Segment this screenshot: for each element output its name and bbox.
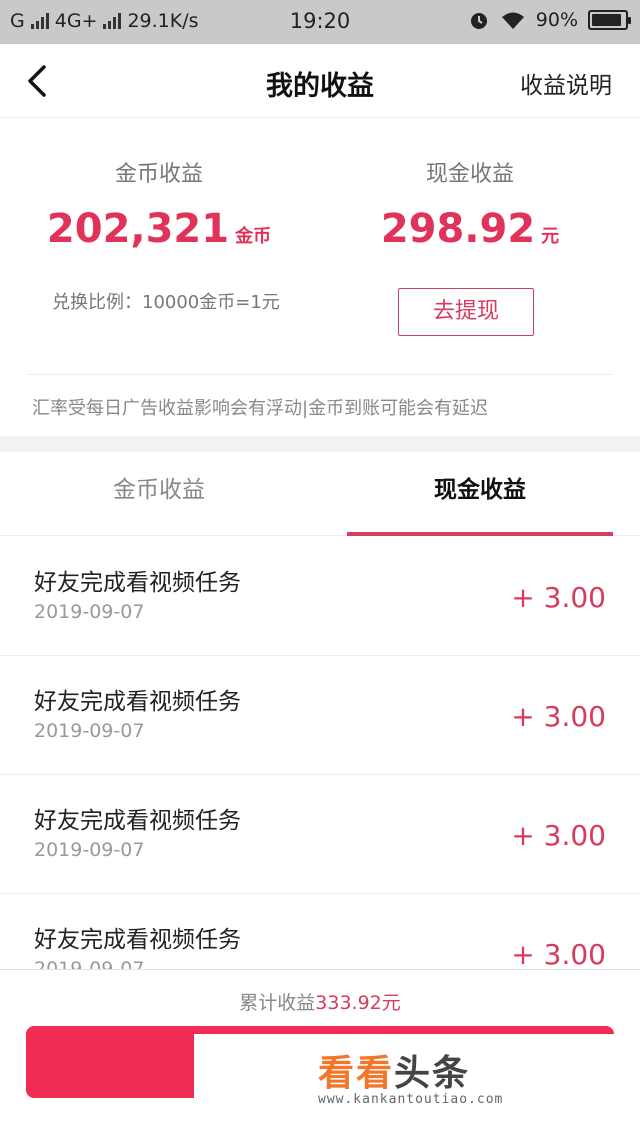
record-title: 好友完成看视频任务 xyxy=(34,927,241,953)
wifi-icon xyxy=(501,12,524,29)
coin-earnings-value: 202,321 金币 xyxy=(14,206,304,252)
divider xyxy=(28,374,612,375)
record-amount: + 3.00 xyxy=(511,581,606,614)
watermark-logo: 看看头条 xyxy=(318,1044,470,1096)
record-date: 2019-09-07 xyxy=(34,958,145,969)
coin-unit: 金币 xyxy=(235,226,272,247)
coin-amount: 202,321 xyxy=(46,206,230,252)
withdraw-button[interactable]: 去提现 xyxy=(398,288,534,336)
status-bar: G 4G+ 29.1K/s 19:20 90% xyxy=(0,0,640,44)
total-earnings: 累计收益333.92元 xyxy=(0,988,640,1015)
watermark-logo-a: 看看 xyxy=(318,1053,395,1094)
rate-notice: 汇率受每日广告收益影响会有浮动|金币到账可能会有延迟 xyxy=(32,398,489,419)
battery-icon xyxy=(588,10,631,30)
record-amount: + 3.00 xyxy=(511,938,606,969)
record-amount: + 3.00 xyxy=(511,700,606,733)
coin-earnings-card: 金币收益 202,321 金币 xyxy=(14,156,304,252)
earnings-explanation-link[interactable]: 收益说明 xyxy=(520,66,612,100)
tab-coin-earnings[interactable]: 金币收益 xyxy=(26,452,292,536)
tab-label: 现金收益 xyxy=(434,477,526,503)
watermark-url: www.kankantoutiao.com xyxy=(318,1092,504,1107)
record-title: 好友完成看视频任务 xyxy=(34,808,241,834)
cash-amount: 298.92 xyxy=(380,206,536,252)
battery-percent: 90% xyxy=(535,9,578,31)
record-title: 好友完成看视频任务 xyxy=(34,689,241,715)
record-date: 2019-09-07 xyxy=(34,720,145,742)
list-item[interactable]: 好友完成看视频任务 2019-09-07 + 3.00 xyxy=(0,775,640,894)
earnings-list[interactable]: 好友完成看视频任务 2019-09-07 + 3.00 好友完成看视频任务 20… xyxy=(0,537,640,969)
record-title: 好友完成看视频任务 xyxy=(34,570,241,596)
exchange-rate: 兑换比例：10000金币=1元 xyxy=(52,292,280,313)
total-label: 累计收益 xyxy=(239,992,316,1014)
list-item[interactable]: 好友完成看视频任务 2019-09-07 + 3.00 xyxy=(0,656,640,775)
record-amount: + 3.00 xyxy=(511,819,606,852)
tab-label: 金币收益 xyxy=(113,477,205,503)
list-item[interactable]: 好友完成看视频任务 2019-09-07 + 3.00 xyxy=(0,894,640,969)
list-item[interactable]: 好友完成看视频任务 2019-09-07 + 3.00 xyxy=(0,537,640,656)
record-date: 2019-09-07 xyxy=(34,601,145,623)
cash-earnings-value: 298.92 元 xyxy=(320,206,620,252)
alarm-icon xyxy=(470,13,487,29)
earnings-tabs: 金币收益 现金收益 xyxy=(0,452,640,536)
earnings-summary: 金币收益 202,321 金币 现金收益 298.92 元 兑换比例：10000金币… xyxy=(0,118,640,436)
tab-cash-earnings[interactable]: 现金收益 xyxy=(347,452,613,536)
footer: 累计收益333.92元 看看头条 www.kankantoutiao.com xyxy=(0,969,640,1138)
cash-earnings-label: 现金收益 xyxy=(425,162,514,187)
status-right: 90% xyxy=(468,9,631,31)
cash-earnings-card: 现金收益 298.92 元 xyxy=(320,156,620,252)
active-tab-indicator xyxy=(347,532,613,536)
section-gap xyxy=(0,436,640,452)
nav-bar: 我的收益 收益说明 xyxy=(0,44,640,118)
cash-unit: 元 xyxy=(541,226,560,247)
coin-earnings-label: 金币收益 xyxy=(114,162,203,187)
total-value: 333.92元 xyxy=(315,992,401,1014)
record-date: 2019-09-07 xyxy=(34,839,145,861)
watermark-logo-b: 头条 xyxy=(394,1053,471,1094)
